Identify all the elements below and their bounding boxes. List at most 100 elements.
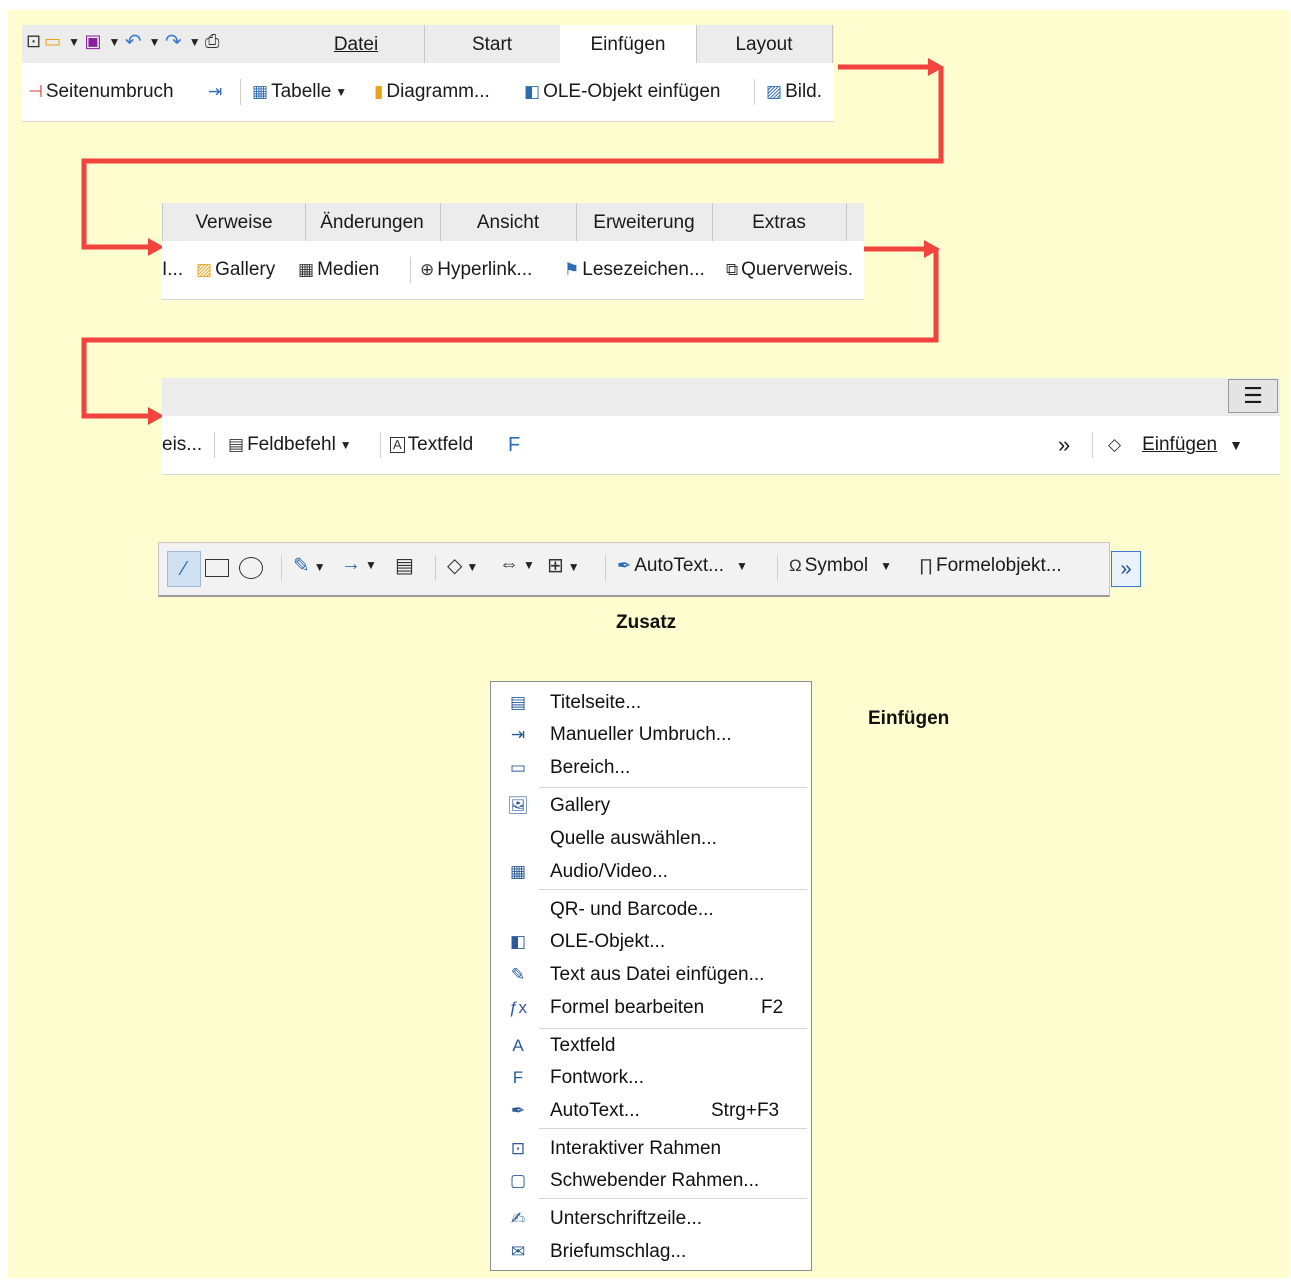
textbox-icon: A	[390, 436, 405, 453]
autotext-dropdown-icon[interactable]: ▼	[736, 559, 748, 573]
formula-object-button[interactable]: ∏ Formelobjekt...	[919, 555, 1062, 577]
textbox-button[interactable]: A Textfeld	[390, 416, 473, 474]
gallery-button[interactable]: ▨ Gallery	[196, 241, 275, 299]
menu-caption: Einfügen	[868, 708, 950, 729]
insert-menu-dropdown-icon[interactable]: ▼	[1229, 437, 1243, 453]
shape-icon: ◇	[1108, 435, 1122, 454]
hyperlink-button[interactable]: ⊕ Hyperlink...	[420, 241, 532, 299]
menu-item[interactable]: ⊡ Interaktiver Rahmen	[491, 1133, 811, 1165]
fontwork-icon: F	[508, 434, 521, 456]
bookmark-icon: ⚑	[564, 260, 580, 279]
menu-item-label: Unterschriftzeile...	[550, 1208, 703, 1229]
menu-item[interactable]: ✎ Text aus Datei einfügen...	[491, 959, 811, 991]
flowchart-dropdown-icon[interactable]: ▼	[568, 560, 580, 574]
line-tool-button[interactable]: ⁄	[167, 551, 201, 587]
arrow-tool-button[interactable]: → ▼	[341, 553, 377, 576]
rectangle-tool-button[interactable]	[205, 559, 229, 577]
floating-frame-icon: ▢	[509, 1171, 527, 1190]
bookmark-label: Lesezeichen...	[582, 259, 705, 281]
symbol-label: Symbol	[804, 555, 869, 576]
media-label: Medien	[317, 259, 380, 281]
hamburger-icon: ☰	[1243, 383, 1263, 408]
basic-shapes-button[interactable]: ◇ ▼	[447, 553, 478, 578]
field-button[interactable]: ▤ Feldbefehl ▼	[228, 416, 352, 474]
menu-item-label: Interaktiver Rahmen	[550, 1138, 722, 1159]
separator	[281, 555, 282, 581]
separator	[1092, 432, 1093, 458]
menu-item[interactable]: ▦ Audio/Video...	[491, 856, 811, 888]
diamond-icon: ◇	[447, 555, 463, 577]
menu-item-label: Titelseite...	[550, 692, 642, 713]
zusatz-toolbar: ⁄ ✎ ▼ → ▼ ▤ ◇ ▼ ⇔ ▼ ⊞ ▼ ✒ AutoText... ▼ Ω Symbol…	[158, 542, 1141, 597]
block-arrows-button[interactable]: ⇔ ▼	[499, 553, 535, 576]
tab-ansicht[interactable]: Ansicht	[440, 203, 577, 241]
tab-verweise[interactable]: Verweise	[162, 203, 306, 241]
hyperlink-icon: ⊕	[420, 260, 435, 279]
bookmark-button[interactable]: ⚑ Lesezeichen...	[564, 241, 705, 299]
fontwork-button[interactable]: F	[508, 416, 523, 474]
menu-item-label: Fontwork...	[550, 1067, 644, 1088]
menu-separator	[539, 787, 807, 788]
menu-separator	[539, 1128, 807, 1129]
overflow-button[interactable]: »	[1111, 551, 1141, 587]
title-page-icon: ▤	[509, 693, 527, 712]
autotext-label: AutoText...	[634, 555, 725, 576]
menu-separator	[539, 889, 807, 890]
zusatz-caption: Zusatz	[616, 612, 677, 633]
media-button[interactable]: ▦ Medien	[298, 241, 379, 299]
menu-item-label: Audio/Video...	[550, 861, 668, 882]
flowchart-button[interactable]: ⊞ ▼	[547, 553, 580, 578]
section-icon: ▭	[509, 758, 527, 777]
menu-item[interactable]: ▭ Bereich...	[491, 752, 811, 784]
menu-item-label: Manueller Umbruch...	[550, 724, 732, 745]
menu-item[interactable]: ✍ Unterschriftzeile...	[491, 1203, 811, 1235]
block-arrows-dropdown-icon[interactable]: ▼	[523, 558, 535, 572]
menu-item[interactable]: ▤ Titelseite...	[491, 687, 811, 719]
menu-item[interactable]: F Fontwork...	[491, 1062, 811, 1094]
hamburger-menu-button[interactable]: ☰	[1228, 379, 1278, 413]
curve-dropdown-icon[interactable]: ▼	[314, 560, 326, 574]
cut-off-item[interactable]: I...	[162, 241, 183, 299]
menu-item[interactable]: ƒx Formel bearbeiten F2	[491, 992, 811, 1024]
autotext-button[interactable]: ✒ AutoText... ▼	[617, 555, 748, 577]
menu-item-label: Formel bearbeiten	[550, 997, 705, 1018]
toolbar: I... ▨ Gallery ▦ Medien ⊕ Hyperlink... ⚑ Les…	[162, 241, 864, 300]
menu-item[interactable]: ◧ OLE-Objekt...	[491, 926, 811, 958]
cut-off-item[interactable]: eis...	[162, 416, 202, 474]
insert-menu-label: Einfügen	[1142, 434, 1218, 456]
basic-shapes-dropdown-icon[interactable]: ▼	[466, 560, 478, 574]
menu-item-label: Textfeld	[550, 1035, 616, 1056]
tab-erweiterung[interactable]: Erweiterung	[576, 203, 713, 241]
menu-item[interactable]: ✒ AutoText... Strg+F3	[491, 1095, 811, 1127]
menu-item[interactable]: 🖼 Gallery	[491, 790, 811, 822]
separator	[380, 432, 381, 458]
manual-break-icon: ⇥	[510, 725, 526, 744]
callout-icon: ▤	[395, 555, 414, 577]
field-dropdown-icon[interactable]: ▼	[340, 438, 352, 452]
symbol-button[interactable]: Ω Symbol ▼	[789, 555, 892, 577]
tab-extras[interactable]: Extras	[712, 203, 847, 241]
menu-item[interactable]: A Textfeld	[491, 1030, 811, 1062]
menu-item[interactable]: Quelle auswählen...	[491, 823, 811, 855]
text-from-file-icon: ✎	[510, 965, 526, 984]
menu-item-label: AutoText...	[550, 1100, 640, 1121]
line-icon: ⁄	[182, 558, 186, 580]
callout-tool-button[interactable]: ▤	[395, 553, 414, 578]
menu-item[interactable]: ✉ Briefumschlag...	[491, 1236, 811, 1268]
menu-item[interactable]: QR- und Barcode...	[491, 894, 811, 926]
gallery-icon: 🖼	[507, 796, 529, 815]
crossref-button[interactable]: ⧉ Querverweis.	[726, 241, 853, 299]
insert-menu-button[interactable]: ◇ Einfügen ▼	[1108, 416, 1243, 474]
tab-aenderungen[interactable]: Änderungen	[304, 203, 441, 241]
curve-tool-button[interactable]: ✎ ▼	[293, 553, 326, 578]
gallery-label: Gallery	[215, 259, 276, 281]
overflow-button[interactable]: »	[1058, 416, 1070, 474]
ellipse-tool-button[interactable]	[239, 557, 263, 579]
menu-item-label: QR- und Barcode...	[550, 899, 714, 920]
menu-item[interactable]: ⇥ Manueller Umbruch...	[491, 719, 811, 751]
flowchart-icon: ⊞	[547, 555, 564, 577]
symbol-dropdown-icon[interactable]: ▼	[880, 559, 892, 573]
arrow-dropdown-icon[interactable]: ▼	[365, 558, 377, 572]
menu-item-shortcut: F2	[761, 997, 784, 1018]
menu-item[interactable]: ▢ Schwebender Rahmen...	[491, 1165, 811, 1197]
